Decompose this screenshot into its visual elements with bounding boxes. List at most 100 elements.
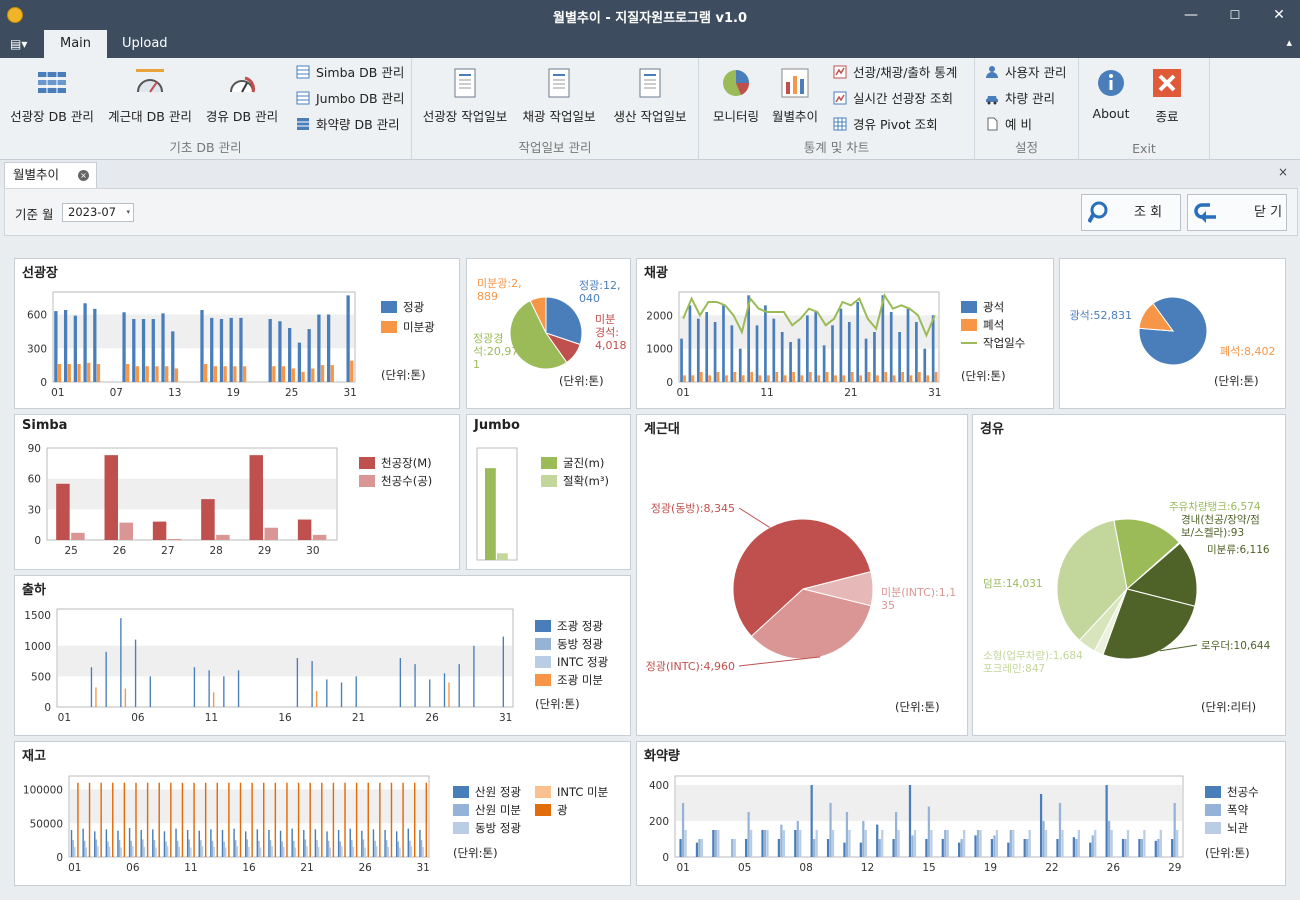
realtime-button[interactable]: 실시간 선광장 조회 [833, 88, 953, 110]
unit-label: (단위:톤) [381, 368, 426, 382]
bar [1089, 842, 1092, 857]
month-select[interactable]: 2023-07 ▾ [62, 203, 134, 222]
monitoring-button[interactable]: 모니터링 [705, 66, 767, 125]
vehicle-admin-button[interactable]: 차량 관리 [985, 88, 1055, 110]
bar [291, 368, 295, 382]
bar [340, 682, 343, 707]
pie-label: 경내(천공/장약/점 [1181, 513, 1260, 526]
simba-db-button[interactable]: Simba DB 관리 [296, 62, 404, 84]
close-button[interactable]: 닫 기 [1187, 194, 1287, 231]
bar [104, 455, 118, 540]
bar [210, 317, 214, 382]
search-button[interactable]: 조 회 [1081, 194, 1181, 231]
bar [263, 782, 265, 857]
pie-label: 889 [477, 290, 498, 303]
minimize-button[interactable]: — [1178, 4, 1204, 26]
jumbo-db-button[interactable]: Jumbo DB 관리 [296, 88, 405, 110]
x-tick-label: 21 [844, 387, 857, 399]
bar [699, 372, 703, 382]
collapse-ribbon-icon[interactable]: ▴ [1286, 36, 1292, 49]
sunkwang-db-button[interactable]: 선광장 DB 관리 [6, 66, 98, 125]
sunkwang-report-button[interactable]: 선광장 작업일보 [418, 66, 512, 125]
bar [826, 839, 830, 857]
bar [188, 839, 190, 857]
bar [906, 308, 910, 382]
unit-label: (단위:톤) [1205, 846, 1250, 860]
bar [894, 812, 898, 857]
bar [143, 846, 146, 857]
bar [458, 664, 460, 707]
pivot-button[interactable]: 경유 Pivot 조회 [833, 114, 938, 136]
panel-sunkwang-pie: 정광:12, 040 미분 경석: 4,018 정광경 석:20,97 1 미분광:2, 889 (… [466, 258, 631, 409]
bar [100, 782, 102, 857]
tab-upload[interactable]: Upload [106, 30, 184, 58]
bar [146, 782, 149, 857]
legend-label: 동방 정광 [475, 821, 521, 835]
bar [679, 839, 682, 857]
bar [57, 364, 62, 382]
hwayak-db-label: 화약량 DB 관리 [316, 117, 400, 132]
x-tick-label: 16 [278, 712, 292, 724]
gyeongyu-db-button[interactable]: 경유 DB 관리 [202, 66, 282, 125]
bar [789, 342, 792, 382]
bar [402, 782, 404, 857]
bar [926, 375, 930, 382]
bar [204, 364, 208, 382]
bar [268, 830, 270, 857]
user-admin-button[interactable]: 사용자 관리 [985, 62, 1066, 84]
bar [223, 841, 225, 857]
hwayak-db-button[interactable]: 화약량 DB 관리 [296, 114, 400, 136]
tab-main[interactable]: Main [44, 30, 108, 58]
close-tab-icon[interactable]: × [78, 170, 89, 181]
bar [1176, 830, 1179, 857]
exit-button[interactable]: 종료 [1145, 66, 1189, 125]
bar [95, 687, 97, 707]
bar [84, 840, 86, 857]
bar [758, 375, 762, 382]
bar [941, 839, 944, 857]
about-button[interactable]: About [1085, 66, 1137, 121]
bar [1028, 830, 1031, 857]
bar [766, 830, 769, 857]
legend-label: 굴진(m) [563, 456, 604, 470]
bar [749, 830, 753, 857]
quick-access-menu-icon[interactable]: ▤▾ [10, 37, 32, 51]
bar [809, 372, 812, 382]
bar [379, 782, 381, 857]
bar [330, 365, 334, 382]
bar [814, 312, 818, 382]
bar [825, 372, 829, 382]
maximize-button[interactable]: ☐ [1222, 4, 1248, 26]
bar [744, 839, 748, 857]
bar [355, 676, 357, 707]
bar [228, 782, 230, 857]
x-tick-label: 21 [300, 862, 313, 874]
doc-tab-monthly[interactable]: 월별추이 × [4, 162, 97, 188]
stats-button[interactable]: 선광/채광/출하 통계 [833, 62, 957, 84]
reserve-button[interactable]: 예 비 [985, 114, 1032, 136]
x-tick-label: 16 [242, 862, 256, 874]
bar [384, 830, 386, 857]
close-window-button[interactable]: ✕ [1266, 4, 1292, 26]
bar [155, 366, 159, 382]
bar [97, 846, 99, 857]
production-report-button[interactable]: 생산 작업일보 [606, 66, 694, 125]
report-icon [548, 68, 570, 98]
bar [105, 651, 107, 707]
legend-swatch [1205, 786, 1221, 798]
monthly-trend-button[interactable]: 월별추이 [769, 66, 821, 125]
bar [77, 782, 79, 857]
bar [375, 846, 378, 857]
bar [733, 372, 737, 382]
pie-label: 1 [473, 358, 480, 371]
table-icon [833, 117, 847, 131]
close-document-icon[interactable]: × [1278, 165, 1288, 179]
x-tick-label: 26 [113, 545, 127, 557]
bar [502, 636, 504, 707]
gyegeundae-db-button[interactable]: 계근대 DB 관리 [104, 66, 196, 125]
bar [171, 331, 175, 382]
bar [834, 375, 837, 382]
bar [316, 840, 318, 857]
group-caption: 설정 [1014, 140, 1038, 155]
chaekwang-report-button[interactable]: 채광 작업일보 [516, 66, 602, 125]
